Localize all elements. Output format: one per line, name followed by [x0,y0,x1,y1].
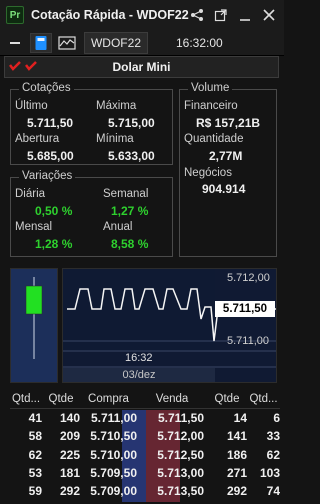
qty-buy-cell: 209 [59,429,80,444]
qty-sell-cell: 186 [226,447,247,462]
diaria-value: 0,50 % [35,204,73,218]
anual-value: 8,58 % [111,237,149,251]
qty-sell-cell: 271 [226,466,247,481]
offers-buy-cell: 58 [28,429,42,444]
maxima-label: Máxima [96,100,137,112]
table-row[interactable]: 59 292 5.709,00 5.713,50 292 74 [10,482,280,500]
semanal-value: 1,27 % [111,204,149,218]
contract-mode-button[interactable]: Dolar Mini [4,56,279,78]
toolbar: WDOF22 16:32:00 [0,30,284,56]
buy-price-cell: 5.710,50 [90,429,137,444]
quantidade-label: Quantidade [184,133,244,145]
table-row[interactable]: 41 140 5.711,00 5.711,50 14 6 [10,409,280,427]
cotacoes-legend: Cotações [19,82,74,94]
variacoes-panel: Variações Diária 0,50 % Semanal 1,27 % M… [10,170,173,257]
cotacoes-panel: Cotações Último 5.711,50 Máxima 5.715,00… [10,82,173,165]
red-check-icon [9,61,21,71]
variacoes-legend: Variações [19,170,76,182]
volume-panel: Volume Financeiro R$ 157,21B Quantidade … [179,82,277,257]
col-header-qty-buy[interactable]: Qtde [42,393,80,405]
chart-view-button[interactable] [56,33,78,53]
undock-window-icon[interactable] [212,6,230,24]
anual-label: Anual [103,221,133,233]
offers-sell-cell: 62 [266,447,280,462]
col-header-qty-sell[interactable]: Qtde [207,393,247,405]
offers-buy-cell: 53 [28,466,42,481]
candle-body [25,285,43,315]
sell-price-cell: 5.712,00 [157,429,204,444]
offers-sell-cell: 6 [273,411,280,426]
sell-price-cell: 5.711,50 [157,411,204,426]
intraday-chart: 5.712,00 5.711,50 5.711,00 16:32 03/dez [62,268,277,383]
chart-time-label: 16:32 [125,352,153,364]
chart-top-price: 5.712,00 [227,272,270,284]
table-row[interactable]: 62 225 5.710,00 5.712,50 186 62 [10,446,280,464]
quantidade-value: 2,77M [209,149,243,163]
abertura-label: Abertura [15,133,60,145]
negocios-label: Negócios [184,167,232,179]
col-header-buy[interactable]: Compra [80,393,140,405]
qty-sell-cell: 292 [226,484,247,499]
chart-bottom-price: 5.711,00 [227,335,270,347]
maxima-value: 5.715,00 [108,116,155,130]
current-price-tag: 5.711,50 [215,301,275,317]
buy-price-cell: 5.709,50 [90,466,137,481]
qty-buy-cell: 181 [59,466,80,481]
col-header-offers-sell[interactable]: Qtd... [247,393,280,405]
quote-view-button[interactable] [30,32,52,53]
diaria-label: Diária [15,188,46,200]
offers-sell-cell: 103 [259,466,280,481]
clock-label: 16:32:00 [176,36,223,50]
window-title: Cotação Rápida - WDOF22 [31,8,189,22]
minimize-icon[interactable] [236,6,254,24]
order-book: Qtd... Qtde Compra Venda Qtde Qtd... 41 … [10,389,280,502]
minima-label: Mínima [96,133,134,145]
offers-buy-cell: 59 [28,484,42,499]
offers-sell-cell: 74 [266,484,280,499]
ultimo-value: 5.711,50 [27,116,74,130]
sell-price-cell: 5.712,50 [157,447,204,462]
mensal-value: 1,28 % [35,237,73,251]
sell-price-cell: 5.713,50 [157,484,204,499]
order-book-header: Qtd... Qtde Compra Venda Qtde Qtd... [10,389,280,409]
qty-sell-cell: 14 [233,411,247,426]
qty-buy-cell: 292 [59,484,80,499]
app-logo-icon: Pr [6,6,24,24]
qty-buy-cell: 140 [59,411,80,426]
ultimo-label: Último [15,100,48,112]
table-row[interactable]: 53 181 5.709,50 5.713,00 271 103 [10,464,280,482]
col-header-offers-buy[interactable]: Qtd... [10,393,42,405]
semanal-label: Semanal [103,188,149,200]
collapse-button[interactable] [4,33,26,53]
chart-date-label: 03/dez [63,368,215,382]
financeiro-value: R$ 157,21B [196,116,261,130]
offers-buy-cell: 62 [28,447,42,462]
abertura-value: 5.685,00 [27,149,74,163]
offers-sell-cell: 33 [266,429,280,444]
qty-buy-cell: 225 [59,447,80,462]
close-icon[interactable] [260,6,278,24]
sell-price-cell: 5.713,00 [157,466,204,481]
symbol-tab[interactable]: WDOF22 [84,31,148,54]
buy-price-cell: 5.711,00 [90,411,137,426]
qty-sell-cell: 141 [226,429,247,444]
minima-value: 5.633,00 [108,149,155,163]
offers-buy-cell: 41 [28,411,42,426]
buy-price-cell: 5.710,00 [90,447,137,462]
title-bar: Pr Cotação Rápida - WDOF22 [0,0,284,30]
negocios-value: 904.914 [202,182,246,196]
volume-legend: Volume [188,82,233,94]
col-header-sell[interactable]: Venda [140,393,207,405]
table-row[interactable]: 58 209 5.710,50 5.712,00 141 33 [10,427,280,445]
red-check-icon [25,61,37,71]
financeiro-label: Financeiro [184,100,238,112]
daily-candle-chart [10,268,58,383]
share-icon[interactable] [188,6,206,24]
buy-price-cell: 5.709,00 [90,484,137,499]
mensal-label: Mensal [15,221,53,233]
